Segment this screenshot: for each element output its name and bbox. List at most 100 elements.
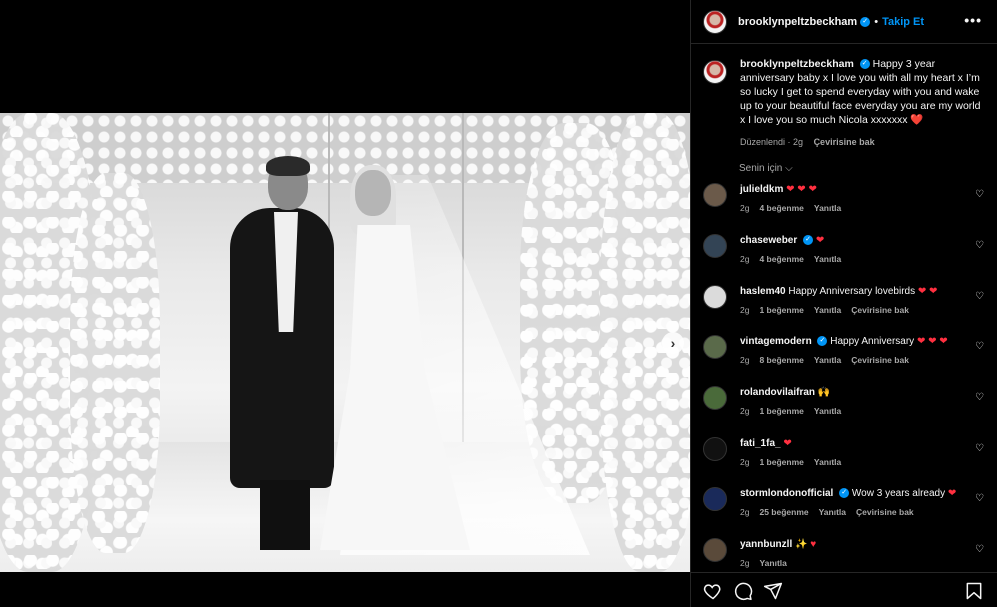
comment-emoji: ❤ xyxy=(815,235,825,246)
comment-like-icon[interactable]: ♡ xyxy=(975,189,984,200)
translate-link[interactable]: Çevirisine bak xyxy=(851,355,909,365)
heart-icon[interactable] xyxy=(703,581,723,601)
commenter-username[interactable]: haslem40 xyxy=(740,286,786,297)
verified-icon: ✓ xyxy=(860,16,871,27)
reply-button[interactable]: Yanıtla xyxy=(814,406,841,416)
comment-likes[interactable]: 4 beğenme xyxy=(759,203,803,213)
comment-time: 2g xyxy=(740,305,750,315)
commenter-avatar[interactable] xyxy=(703,386,727,410)
comment-time: 2g xyxy=(740,558,750,568)
comment-meta: 2g 1 beğenme Yanıtla xyxy=(740,457,960,467)
verified-icon: ✓ xyxy=(859,59,870,70)
translate-link[interactable]: Çevirisine bak xyxy=(814,137,875,147)
action-bar xyxy=(691,572,997,607)
comment-likes[interactable]: 25 beğenme xyxy=(759,507,808,517)
comment-likes[interactable]: 1 beğenme xyxy=(759,406,803,416)
comment-meta: 2g 1 beğenme Yanıtla xyxy=(740,406,960,416)
bride-head xyxy=(355,170,391,216)
carousel-next-button[interactable]: › xyxy=(662,332,684,354)
comment-like-icon[interactable]: ♡ xyxy=(975,493,984,504)
caption-username[interactable]: brooklynpeltzbeckham xyxy=(740,58,854,70)
reply-button[interactable]: Yanıtla xyxy=(814,254,841,264)
commenter-username[interactable]: vintagemodern xyxy=(740,336,812,347)
comment-time: 2g xyxy=(740,254,750,264)
reply-button[interactable]: Yanıtla xyxy=(819,507,846,517)
comment-like-icon[interactable]: ♡ xyxy=(975,443,984,454)
comment-like-icon[interactable]: ♡ xyxy=(975,240,984,251)
comment-text: Wow 3 years already xyxy=(851,488,946,499)
comment-meta: 2g 8 beğenme Yanıtla Çevirisine bak xyxy=(740,355,960,365)
commenter-avatar[interactable] xyxy=(703,183,727,207)
comment-icon[interactable] xyxy=(733,581,753,601)
comment-like-icon[interactable]: ♡ xyxy=(975,291,984,302)
comment-meta: 2g 4 beğenme Yanıtla xyxy=(740,203,960,213)
author-avatar[interactable] xyxy=(703,9,727,34)
translate-link[interactable]: Çevirisine bak xyxy=(856,507,914,517)
commenter-avatar[interactable] xyxy=(703,234,727,258)
comment-row: vintagemodern ✓ Happy Anniversary ❤ ❤ ❤ 2… xyxy=(703,335,988,365)
bride xyxy=(300,165,600,555)
translate-link[interactable]: Çevirisine bak xyxy=(851,305,909,315)
reply-button[interactable]: Yanıtla xyxy=(814,355,841,365)
comment-meta: 2g 4 beğenme Yanıtla xyxy=(740,254,960,264)
post-header: brooklynpeltzbeckham ✓ • Takip Et ••• xyxy=(691,0,997,44)
comment-meta: 2g 1 beğenme Yanıtla Çevirisine bak xyxy=(740,305,960,315)
bookmark-icon[interactable] xyxy=(964,581,984,601)
more-icon[interactable]: ••• xyxy=(964,12,982,28)
comment-like-icon[interactable]: ♡ xyxy=(975,341,984,352)
comment-emoji: ✨ ♥ xyxy=(795,539,817,550)
edited-label: Düzenlendi · 2g xyxy=(740,137,804,147)
share-icon[interactable] xyxy=(763,581,783,601)
commenter-username[interactable]: rolandovilaifran xyxy=(740,387,815,398)
comment-likes[interactable]: 4 beğenme xyxy=(759,254,803,264)
comments-scroll-area[interactable]: brooklynpeltzbeckham ✓ Happy 3 year anni… xyxy=(691,45,997,572)
comment-likes[interactable]: 1 beğenme xyxy=(759,305,803,315)
comment-emoji: 🙌 xyxy=(817,387,831,398)
verified-icon: ✓ xyxy=(817,336,828,347)
commenter-avatar[interactable] xyxy=(703,487,727,511)
comment-text: Happy Anniversary lovebirds xyxy=(788,286,916,297)
comment-emoji: ❤ ❤ xyxy=(917,286,938,297)
reply-button[interactable]: Yanıtla xyxy=(814,203,841,213)
comment-like-icon[interactable]: ♡ xyxy=(975,544,984,555)
commenter-username[interactable]: chaseweber xyxy=(740,235,797,246)
comment-time: 2g xyxy=(740,406,750,416)
author-username[interactable]: brooklynpeltzbeckham xyxy=(738,16,857,28)
commenter-avatar[interactable] xyxy=(703,335,727,359)
commenter-username[interactable]: fati_1fa_ xyxy=(740,438,781,449)
caption-avatar[interactable] xyxy=(703,60,727,84)
commenter-avatar[interactable] xyxy=(703,437,727,461)
caption-meta: Düzenlendi · 2g Çevirisine bak xyxy=(740,135,985,149)
comment-meta: 2g 25 beğenme Yanıtla Çevirisine bak xyxy=(740,507,960,517)
commenter-avatar[interactable] xyxy=(703,285,727,309)
comment-row: fati_1fa_ ❤ 2g 1 beğenme Yanıtla ♡ xyxy=(703,437,988,467)
comment-row: haslem40 Happy Anniversary lovebirds ❤ ❤… xyxy=(703,285,988,315)
commenter-avatar[interactable] xyxy=(703,538,727,562)
comment-time: 2g xyxy=(740,507,750,517)
verified-icon: ✓ xyxy=(839,488,850,499)
comment-time: 2g xyxy=(740,355,750,365)
comment-emoji: ❤ ❤ ❤ xyxy=(786,184,817,195)
post-media: › xyxy=(0,0,690,607)
heart-emoji: ❤️ xyxy=(910,114,924,126)
post-side-panel: brooklynpeltzbeckham ✓ • Takip Et ••• br… xyxy=(690,0,997,607)
flower-column-left-2 xyxy=(70,173,160,553)
follow-button[interactable]: Takip Et xyxy=(882,16,924,28)
post-photo[interactable] xyxy=(0,113,690,572)
reply-button[interactable]: Yanıtla xyxy=(759,558,786,568)
comment-sort-dropdown[interactable]: Senin için ⌵ xyxy=(739,163,793,174)
commenter-username[interactable]: julieldkm xyxy=(740,184,783,195)
comment-emoji: ❤ xyxy=(783,438,792,449)
commenter-username[interactable]: yannbunzll xyxy=(740,539,792,550)
comment-row: stormlondonofficial ✓ Wow 3 years alread… xyxy=(703,487,988,517)
comment-emoji: ❤ xyxy=(947,488,957,499)
comment-likes[interactable]: 8 beğenme xyxy=(759,355,803,365)
reply-button[interactable]: Yanıtla xyxy=(814,305,841,315)
post-caption: brooklynpeltzbeckham ✓ Happy 3 year anni… xyxy=(703,57,988,149)
reply-button[interactable]: Yanıtla xyxy=(814,457,841,467)
comment-likes[interactable]: 1 beğenme xyxy=(759,457,803,467)
separator-dot: • xyxy=(874,15,879,28)
comment-like-icon[interactable]: ♡ xyxy=(975,392,984,403)
verified-icon: ✓ xyxy=(803,235,814,246)
commenter-username[interactable]: stormlondonofficial xyxy=(740,488,833,499)
